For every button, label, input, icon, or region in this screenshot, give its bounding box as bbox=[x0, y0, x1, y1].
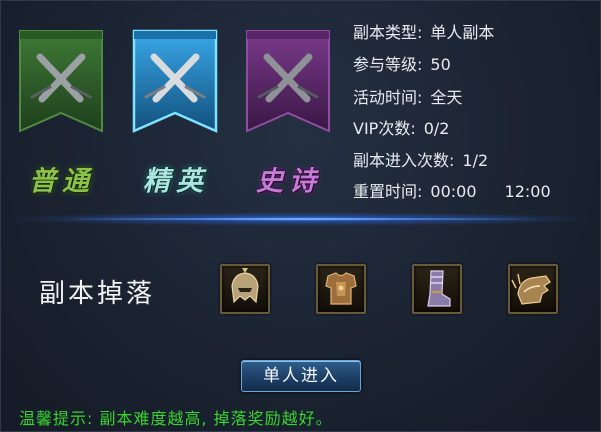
gauntlet-icon bbox=[511, 273, 551, 305]
drop-item-slot[interactable] bbox=[220, 264, 270, 314]
info-label: 副本类型: bbox=[353, 23, 423, 42]
boots-icon bbox=[427, 270, 451, 307]
info-label: 重置时间: bbox=[353, 182, 423, 201]
solo-enter-button[interactable]: 单人进入 bbox=[241, 360, 361, 392]
info-label: 活动时间: bbox=[353, 88, 423, 107]
info-level: 参与等级: 50 bbox=[353, 54, 451, 76]
difficulty-normal-label[interactable]: 普通 bbox=[7, 159, 117, 198]
drops-title: 副本掉落 bbox=[39, 279, 156, 309]
info-entry-count: 副本进入次数: 1/2 bbox=[353, 150, 488, 172]
section-divider bbox=[61, 218, 541, 220]
crossed-swords-icon bbox=[246, 30, 330, 133]
info-vip-count: VIP次数: 0/2 bbox=[353, 118, 449, 140]
info-value: 12:00 bbox=[504, 182, 551, 201]
difficulty-epic-banner[interactable] bbox=[245, 27, 331, 137]
info-label: 副本进入次数: bbox=[353, 151, 455, 170]
info-label: VIP次数: bbox=[353, 119, 416, 138]
difficulty-elite-banner[interactable] bbox=[132, 27, 218, 137]
info-value: 单人副本 bbox=[430, 23, 495, 42]
info-value: 50 bbox=[430, 55, 451, 74]
info-dungeon-type: 副本类型: 单人副本 bbox=[353, 22, 494, 44]
chest-armor-icon bbox=[325, 272, 357, 305]
info-value: 00:00 bbox=[430, 182, 477, 201]
drop-item-slot[interactable] bbox=[412, 264, 462, 314]
difficulty-normal-banner[interactable] bbox=[18, 27, 104, 137]
dungeon-panel: 普通 精英 史诗 副本类型: 单人副本 参与等级: 50 活动时间: 全天 VIP次数… bbox=[0, 0, 601, 432]
crossed-swords-icon bbox=[132, 29, 218, 133]
info-value: 1/2 bbox=[462, 151, 489, 170]
drop-item-slot[interactable] bbox=[316, 264, 366, 314]
info-activity-time: 活动时间: 全天 bbox=[353, 87, 462, 109]
info-label: 参与等级: bbox=[353, 55, 423, 74]
crossed-swords-icon bbox=[19, 30, 103, 133]
info-value: 全天 bbox=[430, 88, 463, 107]
difficulty-elite-label[interactable]: 精英 bbox=[121, 159, 231, 198]
tip-text: 温馨提示: 副本难度越高, 掉落奖励越好。 bbox=[19, 409, 333, 428]
drop-item-slot[interactable] bbox=[508, 264, 558, 314]
difficulty-epic-label[interactable]: 史诗 bbox=[234, 159, 344, 198]
info-reset-time: 重置时间: 00:00 12:00 bbox=[353, 181, 551, 203]
info-value: 0/2 bbox=[423, 119, 450, 138]
helmet-icon bbox=[231, 268, 259, 304]
